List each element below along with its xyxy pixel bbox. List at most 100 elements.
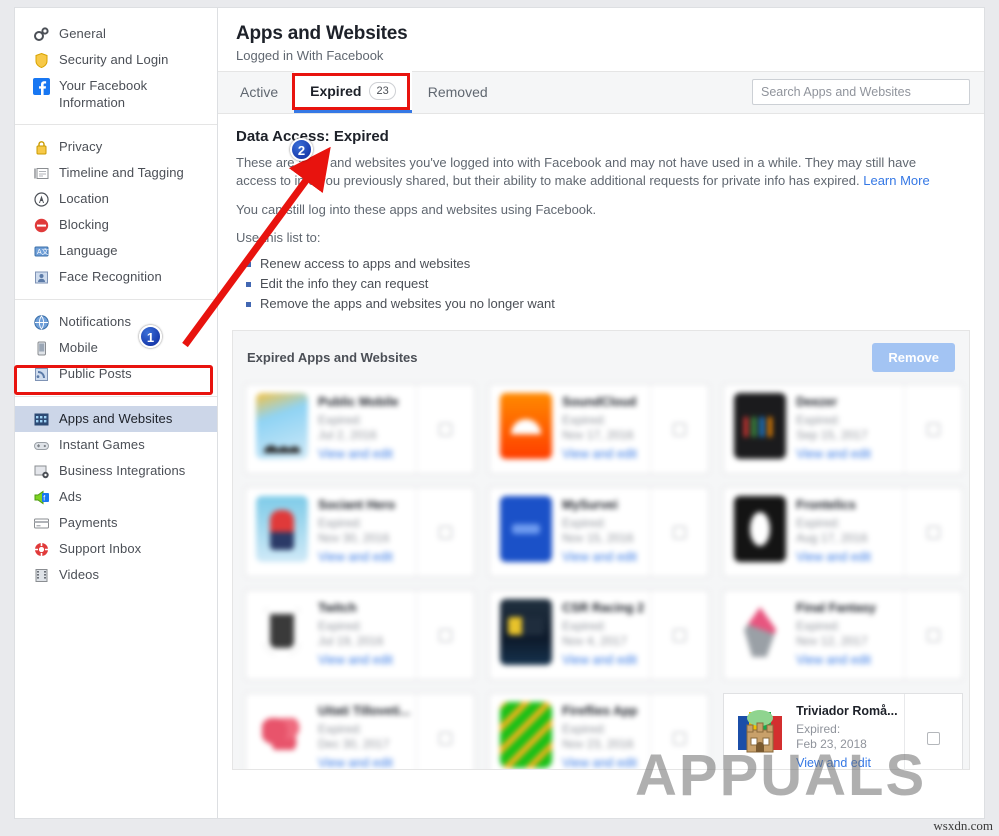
remove-button[interactable]: Remove bbox=[872, 343, 955, 372]
app-select-checkbox[interactable] bbox=[439, 525, 453, 539]
app-card-main: Fireflies App Expired: Nov 23, 2016 View an… bbox=[490, 694, 650, 769]
sidebar-item-label: Support Inbox bbox=[59, 541, 142, 556]
app-checkbox-cell bbox=[416, 694, 474, 769]
app-card[interactable]: Fireflies App Expired: Nov 23, 2016 View an… bbox=[489, 693, 710, 769]
step-badge-2: 2 bbox=[290, 138, 313, 161]
app-expired-date: Dec 30, 2017 bbox=[318, 737, 390, 751]
search-input[interactable] bbox=[752, 79, 970, 105]
app-icon bbox=[734, 702, 787, 768]
sidebar-item-general[interactable]: General bbox=[15, 21, 217, 47]
sidebar-item-timeline-and-tagging[interactable]: Timeline and Tagging bbox=[15, 160, 217, 186]
sidebar-item-support-inbox[interactable]: Support Inbox bbox=[15, 536, 217, 562]
app-select-checkbox[interactable] bbox=[926, 731, 940, 745]
app-expired-date: Aug 17, 2016 bbox=[796, 531, 868, 545]
app-card[interactable]: Frontelics Expired: Aug 17, 2016 View and e… bbox=[723, 487, 963, 577]
sidebar-item-privacy[interactable]: Privacy bbox=[15, 134, 217, 160]
app-info: Uitati Tilloveti... Expired: Dec 30, 2017 V… bbox=[318, 702, 411, 769]
sidebar-item-face-recognition[interactable]: Face Recognition bbox=[15, 264, 217, 290]
view-and-edit-link[interactable]: View and edit bbox=[796, 550, 871, 564]
sidebar-item-public-posts[interactable]: Public Posts bbox=[15, 361, 217, 387]
app-name: Twitch bbox=[318, 601, 357, 615]
app-card[interactable]: MySurvei Expired: Nov 15, 2016 View and edi… bbox=[489, 487, 710, 577]
sidebar-item-label: General bbox=[59, 26, 106, 41]
app-card[interactable]: Uitati Tilloveti... Expired: Dec 30, 2017 V… bbox=[245, 693, 476, 769]
app-name: Final Fantasy bbox=[796, 601, 877, 615]
app-select-checkbox[interactable] bbox=[439, 628, 453, 642]
view-and-edit-link[interactable]: View and edit bbox=[796, 447, 871, 461]
block-icon bbox=[33, 217, 50, 234]
timeline-icon bbox=[33, 165, 50, 182]
sidebar-item-videos[interactable]: Videos bbox=[15, 562, 217, 588]
sidebar-item-language[interactable]: A文 Language bbox=[15, 238, 217, 264]
sidebar-item-notifications[interactable]: Notifications bbox=[15, 309, 217, 335]
data-access-heading: Data Access: Expired bbox=[236, 128, 389, 145]
app-info: MySurvei Expired: Nov 15, 2016 View and edi… bbox=[562, 496, 637, 568]
app-select-checkbox[interactable] bbox=[926, 525, 940, 539]
sidebar-item-ads[interactable]: f Ads bbox=[15, 484, 217, 510]
app-card[interactable]: Public Mobile Expired: Jul 2, 2016 View and… bbox=[245, 384, 476, 474]
app-select-checkbox[interactable] bbox=[673, 525, 687, 539]
expired-apps-panel-header: Expired Apps and Websites Remove bbox=[245, 343, 957, 372]
app-select-checkbox[interactable] bbox=[926, 422, 940, 436]
app-card-main: CSR Racing 2 Expired: Nov 4, 2017 View and … bbox=[490, 591, 650, 679]
sidebar-item-blocking[interactable]: Blocking bbox=[15, 212, 217, 238]
view-and-edit-link[interactable]: View and edit bbox=[318, 550, 393, 564]
app-expired-label: Expired: bbox=[318, 516, 363, 530]
view-and-edit-link[interactable]: View and edit bbox=[796, 756, 871, 769]
app-card-main: MySurvei Expired: Nov 15, 2016 View and edi… bbox=[490, 488, 650, 576]
tab-active[interactable]: Active bbox=[224, 71, 294, 113]
app-card[interactable]: Final Fantasy Expired: Nov 12, 2017 View an… bbox=[723, 590, 963, 680]
view-and-edit-link[interactable]: View and edit bbox=[318, 447, 393, 461]
sidebar-item-label: Instant Games bbox=[59, 437, 145, 452]
view-and-edit-link[interactable]: View and edit bbox=[562, 550, 637, 564]
sidebar-item-location[interactable]: Location bbox=[15, 186, 217, 212]
app-select-checkbox[interactable] bbox=[439, 731, 453, 745]
page-subtitle: Logged in With Facebook bbox=[236, 48, 384, 63]
app-name: Frontelics bbox=[796, 498, 856, 512]
facebook-icon bbox=[33, 78, 50, 95]
expired-apps-title: Expired Apps and Websites bbox=[247, 350, 418, 365]
view-and-edit-link[interactable]: View and edit bbox=[796, 653, 871, 667]
sidebar-item-security-and-login[interactable]: Security and Login bbox=[15, 47, 217, 73]
apps-icon bbox=[33, 411, 50, 428]
app-card[interactable]: CSR Racing 2 Expired: Nov 4, 2017 View and … bbox=[489, 590, 710, 680]
app-expired-date: Nov 15, 2016 bbox=[562, 531, 634, 545]
app-card-main: Triviador Romå... Expired: Feb 23, 2018 Vie… bbox=[724, 694, 903, 769]
app-select-checkbox[interactable] bbox=[926, 628, 940, 642]
app-name: Uitati Tilloveti... bbox=[318, 704, 411, 718]
app-info: Deezer Expired: Sep 15, 2017 View and edit bbox=[796, 393, 871, 465]
sidebar-item-instant-games[interactable]: Instant Games bbox=[15, 432, 217, 458]
view-and-edit-link[interactable]: View and edit bbox=[562, 756, 637, 769]
sidebar-item-mobile[interactable]: Mobile bbox=[15, 335, 217, 361]
app-card[interactable]: Triviador Romå... Expired: Feb 23, 2018 Vie… bbox=[723, 693, 963, 769]
app-card[interactable]: Sociant Hero Expired: Nov 30, 2016 View and… bbox=[245, 487, 476, 577]
app-card-main: Uitati Tilloveti... Expired: Dec 30, 2017 V… bbox=[246, 694, 416, 769]
app-select-checkbox[interactable] bbox=[673, 628, 687, 642]
view-and-edit-link[interactable]: View and edit bbox=[562, 447, 637, 461]
app-select-checkbox[interactable] bbox=[673, 422, 687, 436]
app-checkbox-cell bbox=[650, 385, 708, 473]
app-select-checkbox[interactable] bbox=[673, 731, 687, 745]
view-and-edit-link[interactable]: View and edit bbox=[318, 756, 393, 769]
learn-more-link[interactable]: Learn More bbox=[863, 173, 929, 188]
app-expired-label: Expired: bbox=[796, 516, 841, 530]
sidebar-item-your-facebook-information[interactable]: Your Facebook Information bbox=[15, 73, 217, 115]
description-text: These are apps and websites you've logge… bbox=[236, 155, 917, 188]
app-card[interactable]: Deezer Expired: Sep 15, 2017 View and edit bbox=[723, 384, 963, 474]
description-paragraph-2: You can still log into these apps and we… bbox=[236, 202, 597, 217]
sidebar-item-label: Your Facebook Information bbox=[59, 78, 148, 110]
view-and-edit-link[interactable]: View and edit bbox=[318, 653, 393, 667]
view-and-edit-link[interactable]: View and edit bbox=[562, 653, 637, 667]
tab-expired[interactable]: Expired 23 bbox=[294, 71, 412, 113]
app-expired-label: Expired: bbox=[562, 722, 607, 736]
app-checkbox-cell bbox=[650, 488, 708, 576]
app-card[interactable]: SoundCloud Expired: Nov 17, 2016 View and e… bbox=[489, 384, 710, 474]
app-expired-label: Expired: bbox=[796, 413, 841, 427]
app-card[interactable]: Twitch Expired: Jul 19, 2016 View and edit bbox=[245, 590, 476, 680]
sidebar-item-apps-and-websites[interactable]: Apps and Websites bbox=[15, 406, 217, 432]
app-select-checkbox[interactable] bbox=[439, 422, 453, 436]
tab-removed[interactable]: Removed bbox=[412, 71, 504, 113]
sidebar-item-business-integrations[interactable]: Business Integrations bbox=[15, 458, 217, 484]
sidebar-item-label: Payments bbox=[59, 515, 118, 530]
sidebar-item-payments[interactable]: Payments bbox=[15, 510, 217, 536]
